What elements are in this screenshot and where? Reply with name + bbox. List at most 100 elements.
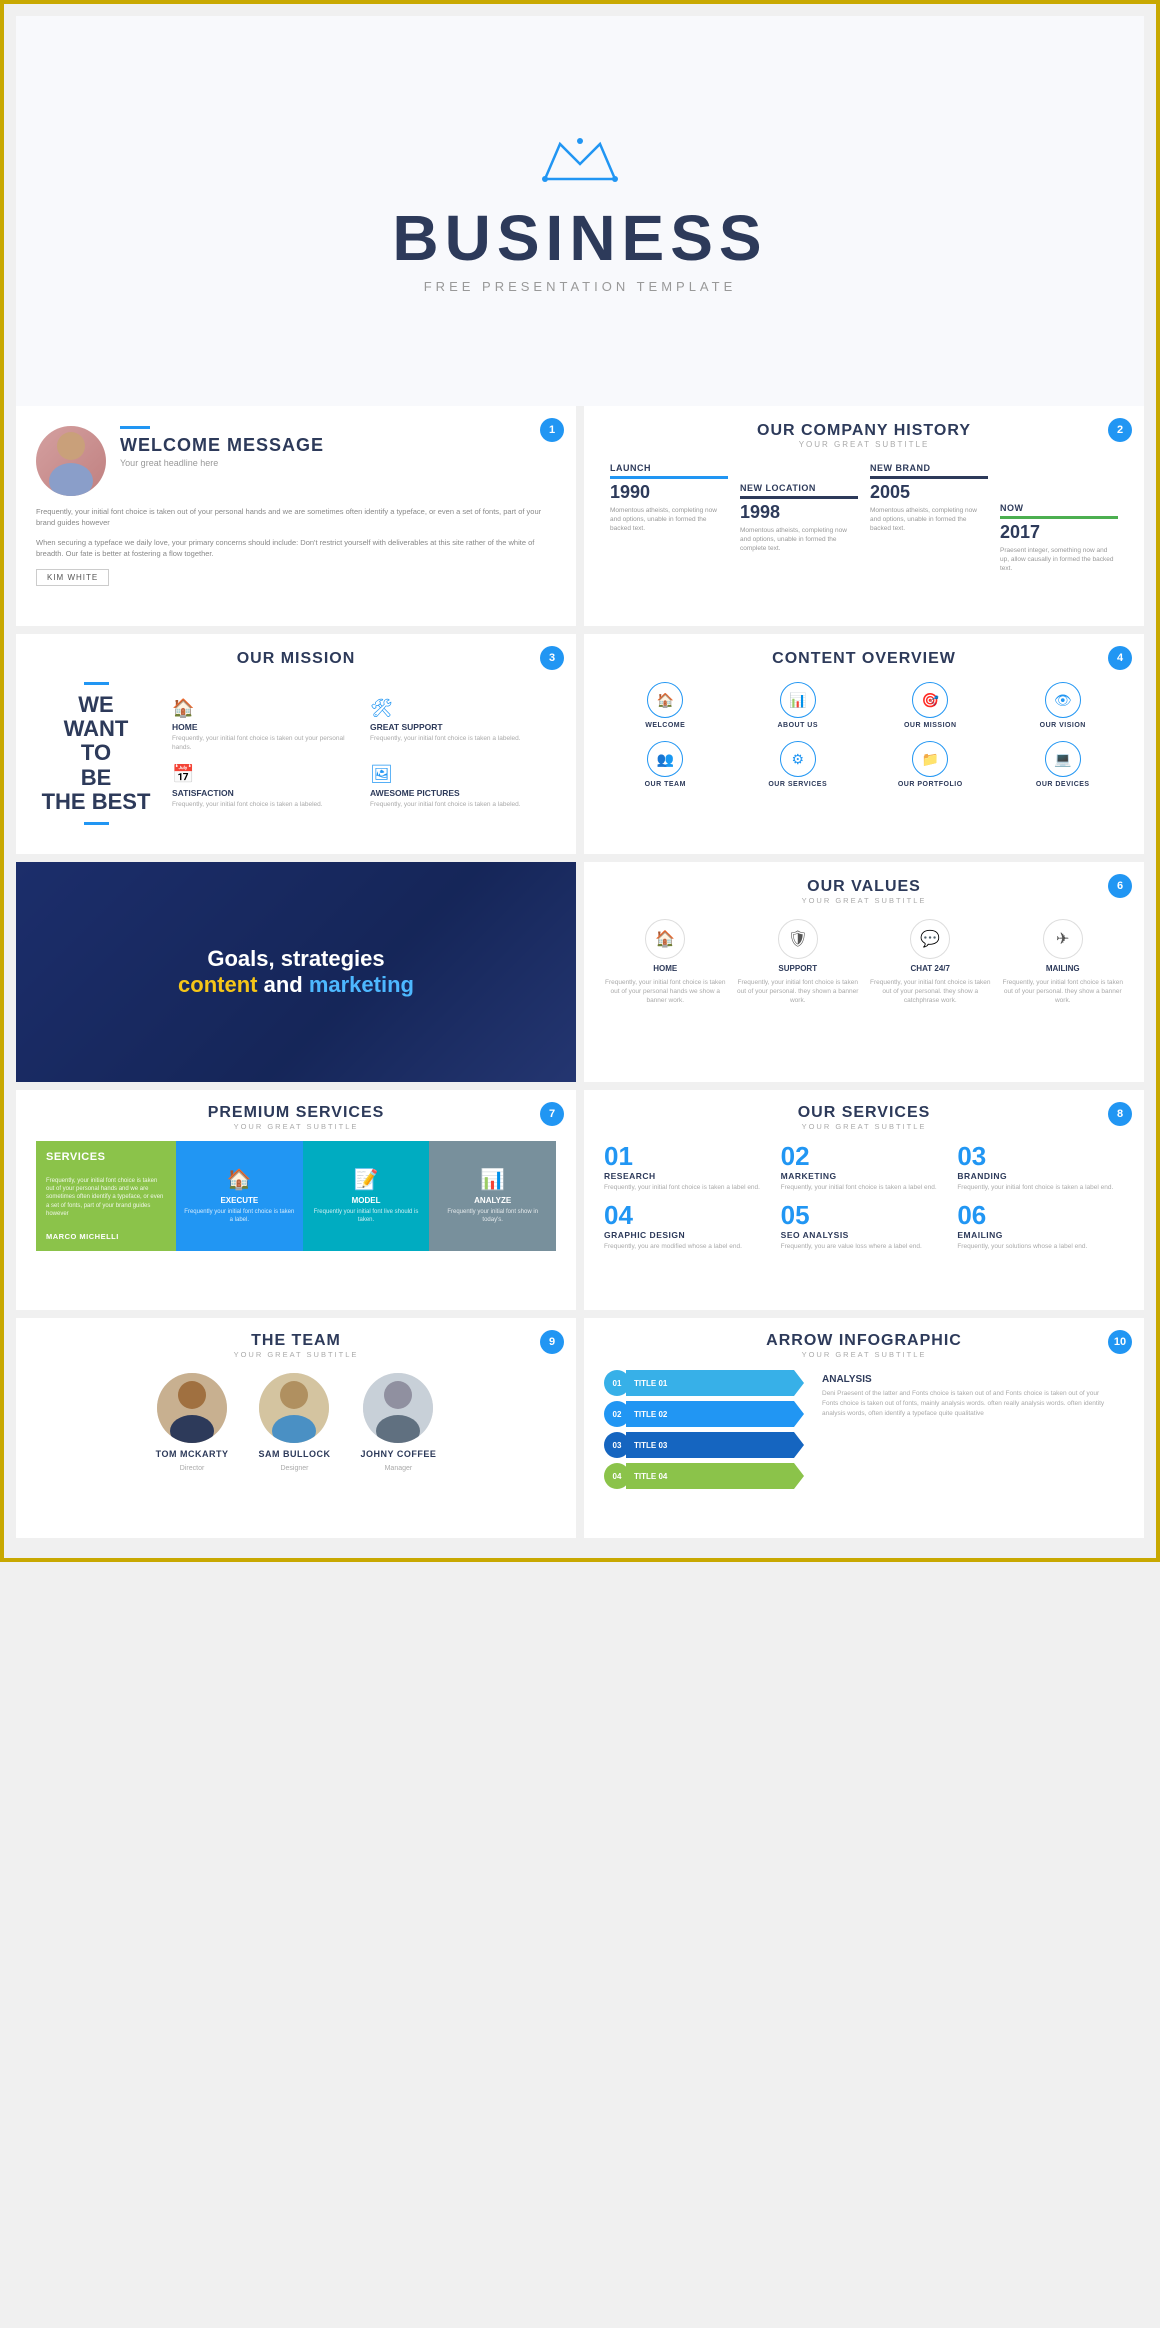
tl-item-3: NEW BRAND 2005 Momentous atheists, compl…	[864, 463, 994, 533]
mission-title: OUR MISSION	[36, 650, 556, 668]
val-title-home: HOME	[653, 964, 677, 973]
slide-welcome: 1 WELCOME MESSAGE Your great headline he…	[16, 406, 576, 626]
avatar	[36, 426, 106, 496]
tl-bar-4	[1000, 516, 1118, 519]
word-and: and	[264, 972, 309, 997]
analysis-title: ANALYSIS	[822, 1374, 1116, 1385]
tl-bar-2	[740, 496, 858, 499]
srv-text-3: Frequently, your initial font choice is …	[957, 1183, 1124, 1192]
hero-title: BUSINESS	[392, 201, 767, 275]
mission-item-title-3: SATISFACTION	[172, 788, 234, 798]
svc-green-text: Frequently, your initial font choice is …	[46, 1177, 166, 1219]
ov-icon-team: 👥	[647, 741, 683, 777]
services-bar: SERVICES Frequently, your initial font c…	[36, 1141, 556, 1251]
slide-num-team: 9	[540, 1330, 564, 1354]
srv-text-6: Frequently, your solutions whose a label…	[957, 1242, 1124, 1251]
srv-text-5: Frequently, you are value loss where a l…	[781, 1242, 948, 1251]
hero-subtitle: FREE PRESENTATION TEMPLATE	[424, 279, 737, 294]
ov-item-team: 👥 OUR TEAM	[604, 741, 727, 788]
crown-icon	[540, 129, 620, 189]
tl-year-3: 2005	[870, 482, 988, 503]
person-svg	[36, 426, 106, 496]
team-member-1: TOM MCKARTY Director	[156, 1373, 229, 1472]
svc-execute: 🏠 Execute Frequently your initial font c…	[176, 1141, 303, 1251]
arrow-subtitle: YOUR GREAT SUBTITLE	[604, 1350, 1124, 1359]
val-text-support: Frequently, your initial font choice is …	[737, 978, 860, 1005]
blue-bar-bottom	[84, 822, 109, 825]
srv-branding: 03 BRANDING Frequently, your initial fon…	[957, 1143, 1124, 1192]
premium-subtitle: YOUR GREAT SUBTITLE	[36, 1122, 556, 1131]
mission-item-text-3: Frequently, your initial font choice is …	[172, 800, 323, 809]
satisfaction-icon: 📅	[172, 764, 194, 785]
srv-title-2: MARKETING	[781, 1171, 948, 1181]
arrow-badge-1: 01	[604, 1370, 630, 1396]
slide-mission: 3 OUR MISSION WEWANTTOBETHE BEST 🏠 HOME …	[16, 634, 576, 854]
ov-item-mission: 🎯 OUR MISSION	[869, 682, 992, 729]
ov-label-about: ABOUT US	[777, 722, 818, 729]
slide-history: 2 OUR COMPANY HISTORY YOUR GREAT SUBTITL…	[584, 406, 1144, 626]
ov-item-services: ⚙ OUR SERVICES	[737, 741, 860, 788]
ov-icon-welcome: 🏠	[647, 682, 683, 718]
goals-line1: Goals, strategies	[178, 946, 414, 972]
row-3: Goals, strategies content and marketing …	[16, 862, 1144, 1082]
tl-item-4: NOW 2017 Praesent integer, something now…	[994, 463, 1124, 573]
arrow-analysis: ANALYSIS Deni Praesent of the latter and…	[814, 1369, 1124, 1490]
slide-num-welcome: 1	[540, 418, 564, 442]
arrow-row-3: 03 TITLE 03	[604, 1431, 804, 1459]
srv-seo: 05 SEO ANALYSIS Frequently, you are valu…	[781, 1202, 948, 1251]
arrow-badge-4: 04	[604, 1463, 630, 1489]
mission-item-title-1: HOME	[172, 722, 198, 732]
ov-icon-vision: 👁	[1045, 682, 1081, 718]
tl-text-1: Momentous atheists, completing now and o…	[610, 506, 728, 533]
mission-item-text-4: Frequently, your initial font choice is …	[370, 800, 521, 809]
srv-num-2: 02	[781, 1143, 948, 1169]
tl-year-4: 2017	[1000, 522, 1118, 543]
team-row: TOM MCKARTY Director SAM BULLOCK Designe…	[36, 1373, 556, 1472]
mission-item-title-2: GREAT SUPPORT	[370, 722, 443, 732]
row-1: 1 WELCOME MESSAGE Your great headline he…	[16, 406, 1144, 626]
tl-bar-3	[870, 476, 988, 479]
srv-marketing: 02 MARKETING Frequently, your initial fo…	[781, 1143, 948, 1192]
tl-label-3: NEW BRAND	[870, 463, 988, 473]
arrow-row-1: 01 TITLE 01	[604, 1369, 804, 1397]
slide-hero: BUSINESS FREE PRESENTATION TEMPLATE	[16, 16, 1144, 406]
ov-item-devices: 💻 OUR DEVICES	[1002, 741, 1125, 788]
arrow-infographic-content: 01 TITLE 01 02 TITLE 02 03	[604, 1369, 1124, 1490]
slide-num-overview: 4	[1108, 646, 1132, 670]
team-role-3: Manager	[385, 1465, 413, 1472]
slide-premium: 7 PREMIUM SERVICES YOUR GREAT SUBTITLE S…	[16, 1090, 576, 1310]
ov-label-team: OUR TEAM	[645, 781, 686, 788]
ov-label-devices: OUR DEVICES	[1036, 781, 1090, 788]
word-marketing: marketing	[309, 972, 414, 997]
ov-item-welcome: 🏠 WELCOME	[604, 682, 727, 729]
tl-text-2: Momentous atheists, completing now and o…	[740, 526, 858, 553]
welcome-body2: When securing a typeface we daily love, …	[36, 537, 556, 560]
welcome-tagline: Your great headline here	[120, 458, 324, 468]
slide-num-history: 2	[1108, 418, 1132, 442]
arrow-badge-2: 02	[604, 1401, 630, 1427]
mission-item-text-1: Frequently, your initial font choice is …	[172, 734, 358, 752]
our-services-title: OUR SERVICES	[604, 1104, 1124, 1122]
ov-icon-devices: 💻	[1045, 741, 1081, 777]
val-text-home: Frequently, your initial font choice is …	[604, 978, 727, 1005]
overview-title: CONTENT OVERVIEW	[604, 650, 1124, 668]
home-icon: 🏠	[172, 698, 194, 719]
tl-year-1: 1990	[610, 482, 728, 503]
team-person-1	[157, 1373, 227, 1443]
ov-item-portfolio: 📁 OUR PORTFOLIO	[869, 741, 992, 788]
model-icon: 📝	[354, 1167, 379, 1192]
page-container: BUSINESS FREE PRESENTATION TEMPLATE 1 WE…	[0, 0, 1160, 1562]
values-grid: 🏠 HOME Frequently, your initial font cho…	[604, 919, 1124, 1005]
ov-item-about: 📊 ABOUT US	[737, 682, 860, 729]
team-name-1: TOM MCKARTY	[156, 1449, 229, 1459]
srv-text-4: Frequently, you are modified whose a lab…	[604, 1242, 771, 1251]
execute-text: Frequently your initial font choice is t…	[184, 1209, 295, 1225]
slide-num-values: 6	[1108, 874, 1132, 898]
tl-bar-1	[610, 476, 728, 479]
ov-label-welcome: WELCOME	[645, 722, 685, 729]
arrow-shape-4: TITLE 04	[626, 1463, 804, 1489]
arrow-shape-1: TITLE 01	[626, 1370, 804, 1396]
svc-green-panel: SERVICES Frequently, your initial font c…	[36, 1141, 176, 1251]
arrow-shape-3: TITLE 03	[626, 1432, 804, 1458]
tl-item-1: LAUNCH 1990 Momentous atheists, completi…	[604, 463, 734, 533]
